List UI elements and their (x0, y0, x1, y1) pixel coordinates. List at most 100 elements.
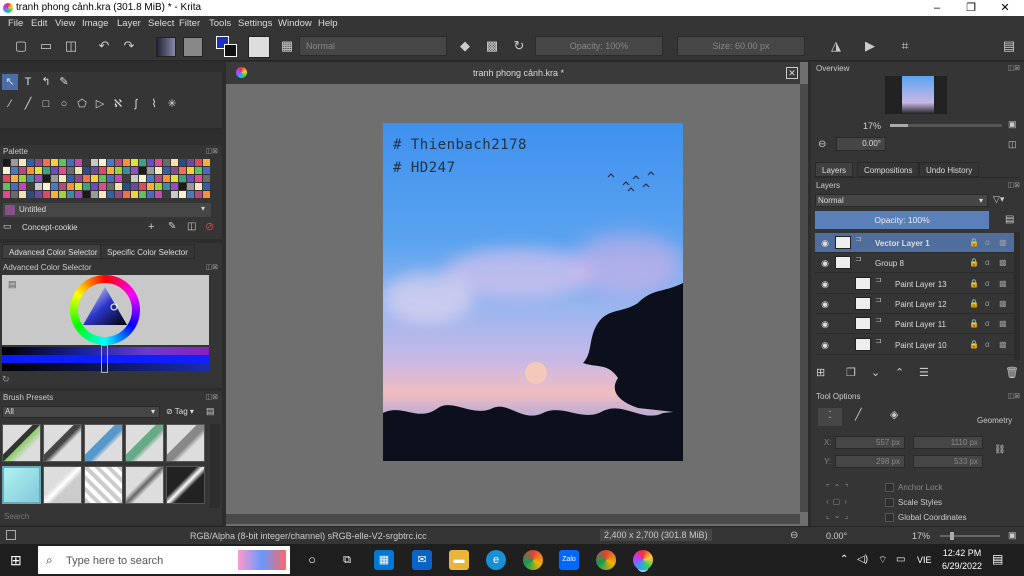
menu-select[interactable]: Select (148, 17, 174, 30)
color-swatch[interactable] (43, 191, 50, 198)
color-swatch[interactable] (51, 159, 58, 166)
rotate-icon[interactable]: ⊖ (790, 530, 798, 541)
color-swatch[interactable] (75, 175, 82, 182)
global-coordinates-checkbox[interactable] (885, 513, 894, 522)
file-explorer-icon[interactable]: ▬ (449, 550, 469, 570)
color-swatch[interactable] (51, 175, 58, 182)
cortana-icon[interactable]: ○ (302, 550, 322, 570)
docker-float-close-icon[interactable]: ◫⊠ (200, 147, 218, 157)
tab-advanced-color-selector[interactable]: Advanced Color Selector (2, 244, 105, 259)
color-swatch[interactable] (155, 183, 162, 190)
color-swatch[interactable] (99, 167, 106, 174)
color-swatch[interactable] (203, 183, 210, 190)
layer-options-icon[interactable]: ☰ (919, 366, 929, 379)
color-swatch[interactable] (91, 191, 98, 198)
show-hidden-icons-icon[interactable]: ⌃ (840, 554, 848, 565)
color-slider-handle[interactable] (101, 345, 108, 373)
canvas-vertical-scrollbar[interactable] (800, 84, 808, 512)
clock-date[interactable]: 6/29/2022 (938, 561, 986, 571)
krita-taskbar-icon[interactable] (633, 550, 653, 570)
color-swatch[interactable] (75, 191, 82, 198)
canvas-horizontal-scrollbar[interactable] (226, 514, 800, 524)
brush-preset-grid[interactable] (2, 424, 208, 508)
chrome-icon[interactable] (523, 550, 543, 570)
tab-undo-history[interactable]: Undo History (919, 162, 980, 177)
color-swatch[interactable] (27, 191, 34, 198)
color-swatch[interactable] (147, 159, 154, 166)
select-shapes-tool-icon[interactable]: ↖ (2, 74, 18, 90)
brush-search-input[interactable]: Search (4, 512, 29, 521)
palette-name-row[interactable]: Untitled ▾ (3, 203, 211, 217)
visibility-eye-icon[interactable]: ◉ (819, 318, 831, 330)
ellipse-tool-icon[interactable]: ○ (56, 96, 72, 112)
menu-settings[interactable]: Settings (238, 17, 272, 30)
layer-opacity-slider[interactable]: Opacity: 100% (815, 211, 989, 229)
overview-thumbnail[interactable] (885, 76, 947, 114)
brush-preset-item[interactable] (2, 424, 41, 462)
duplicate-layer-icon[interactable]: ❐ (846, 366, 856, 379)
color-swatch[interactable] (123, 175, 130, 182)
color-swatch[interactable] (195, 183, 202, 190)
docker-float-close-icon[interactable]: ◫⊠ (1002, 181, 1020, 191)
tool-options-fill-icon[interactable]: ◈ (890, 408, 898, 421)
brush-preset-item[interactable] (2, 466, 41, 504)
color-swatch[interactable] (203, 167, 210, 174)
color-swatch[interactable] (107, 191, 114, 198)
color-swatch[interactable] (163, 159, 170, 166)
mail-icon[interactable]: ✉ (412, 550, 432, 570)
menu-tools[interactable]: Tools (209, 17, 231, 30)
color-swatch[interactable] (147, 183, 154, 190)
layer-alpha-icon[interactable]: α (985, 279, 990, 288)
color-swatch[interactable] (27, 167, 34, 174)
color-swatch[interactable] (163, 183, 170, 190)
save-icon[interactable]: ◫ (63, 38, 79, 54)
notifications-icon[interactable]: ▤ (992, 552, 1003, 566)
color-swatch[interactable] (147, 191, 154, 198)
color-swatch[interactable] (75, 183, 82, 190)
color-swatch[interactable] (195, 191, 202, 198)
color-swatch[interactable] (171, 191, 178, 198)
dynamic-brush-tool-icon[interactable]: ⌇ (146, 96, 162, 112)
color-swatch[interactable] (203, 175, 210, 182)
brush-preset-item[interactable] (84, 424, 123, 462)
menu-filter[interactable]: Filter (179, 17, 200, 30)
color-swatch[interactable] (139, 183, 146, 190)
layer-lock-icon[interactable]: 🔒 (969, 319, 979, 328)
color-swatch[interactable] (171, 167, 178, 174)
layer-lock-icon[interactable]: 🔒 (969, 340, 979, 349)
docker-float-close-icon[interactable]: ◫⊠ (200, 393, 218, 403)
color-swatch[interactable] (155, 191, 162, 198)
polyline-tool-icon[interactable]: ▷ (92, 96, 108, 112)
brush-preset-item[interactable] (166, 466, 205, 504)
fullscreen-icon[interactable]: ▣ (1008, 530, 1017, 541)
visibility-eye-icon[interactable]: ◉ (819, 298, 831, 310)
edit-palette-icon[interactable]: ✎ (168, 221, 176, 232)
gradient-selector[interactable] (156, 37, 176, 57)
docker-float-close-icon[interactable]: ◫⊠ (200, 263, 218, 273)
color-swatch[interactable] (83, 167, 90, 174)
workspace-grid-icon[interactable]: ▦ (279, 38, 295, 54)
visibility-eye-icon[interactable]: ◉ (819, 237, 831, 249)
color-swatch[interactable] (43, 159, 50, 166)
color-swatch[interactable] (131, 175, 138, 182)
brush-preset-item[interactable] (125, 466, 164, 504)
color-swatch[interactable] (91, 183, 98, 190)
eraser-icon[interactable]: ◆ (457, 38, 473, 54)
color-swatch[interactable] (179, 183, 186, 190)
color-swatch[interactable] (195, 167, 202, 174)
color-swatch[interactable] (35, 159, 42, 166)
visibility-eye-icon[interactable]: ◉ (819, 278, 831, 290)
brush-view-icon[interactable]: ▤ (206, 406, 215, 417)
save-palette-icon[interactable]: ◫ (187, 221, 196, 232)
menu-edit[interactable]: Edit (31, 17, 47, 30)
color-swatch[interactable] (43, 175, 50, 182)
layer-lock-icon[interactable]: 🔒 (969, 279, 979, 288)
color-swatch[interactable] (115, 183, 122, 190)
color-swatch[interactable] (91, 159, 98, 166)
anchor-point-grid[interactable]: ⌜⌃⌝ ‹▢› ⌞⌄⌟ (826, 481, 868, 523)
color-swatch[interactable] (3, 191, 10, 198)
menu-window[interactable]: Window (278, 17, 312, 30)
task-view-icon[interactable]: ⧉ (337, 550, 357, 570)
color-swatch[interactable] (75, 159, 82, 166)
color-swatch[interactable] (171, 183, 178, 190)
